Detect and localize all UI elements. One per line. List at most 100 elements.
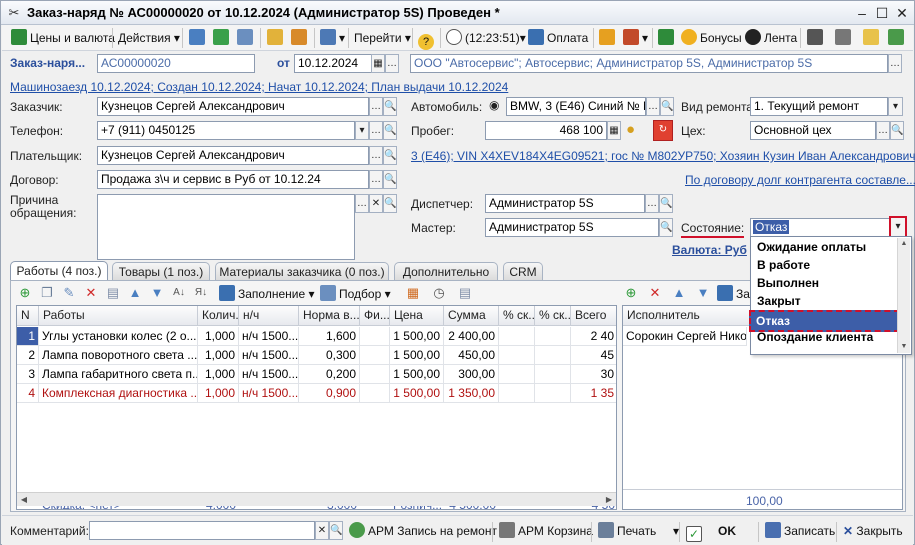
add-executor-icon[interactable]: ⊕ xyxy=(623,285,639,301)
customer-search-icon[interactable]: 🔍 xyxy=(383,97,397,116)
fill-menu[interactable]: Заполнение ▾ xyxy=(219,284,315,304)
text-icon[interactable] xyxy=(599,28,618,48)
history-link[interactable]: Машинозаезд 10.12.2024; Создан 10.12.202… xyxy=(10,80,508,94)
end-edit-icon[interactable]: ▤ xyxy=(105,285,121,301)
timer-icon[interactable]: ◷ xyxy=(431,285,447,301)
contract-select-button[interactable]: … xyxy=(369,170,383,189)
dispatcher-select-button[interactable]: … xyxy=(645,194,659,213)
car-search-icon[interactable]: 🔍 xyxy=(660,97,674,116)
tab-additional[interactable]: Дополнительно xyxy=(394,262,498,281)
payer-select-button[interactable]: … xyxy=(369,146,383,165)
goto-menu[interactable]: Перейти ▾ xyxy=(354,28,411,48)
dropdown-scrollbar[interactable]: ▲ ▼ xyxy=(897,238,910,353)
customer-field[interactable]: Кузнецов Сергей Александрович xyxy=(97,97,369,116)
phone-select-button[interactable]: … xyxy=(369,121,383,140)
car-info-link[interactable]: 3 (E46); VIN X4XEV184X4EG09521; гос № М8… xyxy=(411,149,915,163)
arm-cart-button[interactable]: АРМ Корзина xyxy=(499,521,593,541)
maximize-button[interactable]: ☐ xyxy=(873,4,891,22)
executor-up-icon[interactable]: ▲ xyxy=(671,285,687,301)
add-icon[interactable]: ⊕ xyxy=(17,285,33,301)
edit-icon[interactable]: ✎ xyxy=(61,285,77,301)
tree-icon[interactable] xyxy=(807,28,826,48)
phone-search-icon[interactable]: 🔍 xyxy=(383,121,397,140)
executor-down-icon[interactable]: ▼ xyxy=(695,285,711,301)
dispatcher-field[interactable]: Администратор 5S xyxy=(485,194,645,213)
executor-name[interactable]: Сорокин Сергей Нико... xyxy=(623,327,747,346)
image-icon[interactable] xyxy=(888,28,907,48)
shop-field[interactable]: Основной цех xyxy=(750,121,876,140)
calendar-icon[interactable]: ▦ xyxy=(371,54,385,73)
state-option[interactable]: Ожидание оплаты xyxy=(752,238,897,256)
close-button[interactable]: ✕ Закрыть xyxy=(843,521,903,541)
column-header[interactable]: Цена xyxy=(390,306,444,326)
state-option[interactable]: Выполнен xyxy=(752,274,897,292)
works-table[interactable]: N Работы Колич... н/ч Норма в... Фи... Ц… xyxy=(16,305,617,510)
calc-icon[interactable]: ▤ xyxy=(457,285,473,301)
checkbox-icon[interactable]: ✓ xyxy=(686,521,705,542)
print-button[interactable]: Печать ▾ xyxy=(598,521,679,541)
currency-link[interactable]: Валюта: Руб xyxy=(672,243,747,257)
column-header[interactable]: Работы xyxy=(39,306,198,326)
column-header[interactable]: Фи... xyxy=(360,306,390,326)
reason-field[interactable] xyxy=(97,194,355,260)
contract-search-icon[interactable]: 🔍 xyxy=(383,170,397,189)
prices-button[interactable]: Цены и валюта xyxy=(11,28,115,48)
gift-icon[interactable]: ▾ xyxy=(623,28,648,48)
state-option[interactable]: Закрыт xyxy=(752,292,897,310)
shop-select-button[interactable]: … xyxy=(876,121,890,140)
tab-crm[interactable]: CRM xyxy=(503,262,543,281)
column-header[interactable]: Колич... xyxy=(198,306,239,326)
column-header[interactable]: Всего xyxy=(571,306,616,326)
reset-mileage-icon[interactable]: ↻ xyxy=(653,120,673,141)
payment-button[interactable]: Оплата xyxy=(528,28,588,48)
move-up-icon[interactable]: ▲ xyxy=(127,285,143,301)
move-down-icon[interactable]: ▼ xyxy=(149,285,165,301)
actions-menu[interactable]: Действия ▾ xyxy=(118,28,180,48)
organization-field[interactable]: ООО "Автосервис"; Автосервис; Администра… xyxy=(410,54,888,73)
tab-works[interactable]: Работы (4 поз.) xyxy=(10,261,108,282)
debt-link[interactable]: По договору долг контрагента составле... xyxy=(685,173,915,187)
ok-button[interactable]: OK xyxy=(718,521,736,541)
phone-field[interactable]: +7 (911) 0450125 xyxy=(97,121,355,140)
clear-date-button[interactable]: … xyxy=(385,54,399,73)
works-horizontal-scrollbar[interactable]: ◀ ▶ xyxy=(17,492,616,506)
column-header[interactable]: Сумма xyxy=(444,306,499,326)
comment-field[interactable] xyxy=(89,521,315,540)
save-button[interactable]: Записать xyxy=(765,521,835,541)
list-icon[interactable] xyxy=(835,28,854,48)
minimize-button[interactable]: – xyxy=(853,4,871,22)
copy-doc-icon[interactable] xyxy=(291,28,310,48)
scroll-up-arrow[interactable]: ▲ xyxy=(898,238,910,250)
structure-menu[interactable]: ▾ xyxy=(320,28,345,48)
master-field[interactable]: Администратор 5S xyxy=(485,218,659,237)
reason-clear-button[interactable]: ✕ xyxy=(369,194,383,213)
refresh-icon[interactable] xyxy=(213,28,232,48)
column-header[interactable]: N xyxy=(17,306,39,326)
lamp-icon[interactable]: ● xyxy=(626,121,635,141)
help-icon[interactable]: ? xyxy=(418,28,437,50)
tab-customer-materials[interactable]: Материалы заказчика (0 поз.) xyxy=(215,262,389,281)
column-header[interactable]: % ск... xyxy=(499,306,535,326)
customer-select-button[interactable]: … xyxy=(369,97,383,116)
repair-type-field[interactable]: 1. Текущий ремонт xyxy=(750,97,888,116)
car-select-button[interactable]: … xyxy=(646,97,660,116)
add-set-icon[interactable]: ▦ xyxy=(405,285,421,301)
dispatcher-search-icon[interactable]: 🔍 xyxy=(659,194,673,213)
column-header[interactable]: % ск... xyxy=(535,306,571,326)
clock-button[interactable]: (12:23:51)▾ xyxy=(446,28,526,48)
column-header[interactable]: Норма в... xyxy=(299,306,360,326)
bonuses-button[interactable]: Бонусы xyxy=(681,28,742,48)
phone-dropdown-button[interactable]: ▾ xyxy=(355,121,369,140)
date-field[interactable]: 10.12.2024 xyxy=(294,54,372,73)
arm-repair-button[interactable]: АРМ Запись на ремонт xyxy=(349,521,497,541)
repair-type-dropdown-button[interactable]: ▾ xyxy=(888,97,903,116)
sort-desc-icon[interactable]: Я↓ xyxy=(193,285,209,301)
copy-icon[interactable]: ❐ xyxy=(39,285,55,301)
comment-clear-button[interactable]: ✕ xyxy=(315,521,329,540)
mileage-field[interactable]: 468 100 xyxy=(485,121,607,140)
payer-search-icon[interactable]: 🔍 xyxy=(383,146,397,165)
reason-search-icon[interactable]: 🔍 xyxy=(383,194,397,213)
calculator-icon[interactable] xyxy=(658,28,677,48)
tape-button[interactable]: Лента xyxy=(745,28,797,48)
master-search-icon[interactable]: 🔍 xyxy=(659,218,673,237)
